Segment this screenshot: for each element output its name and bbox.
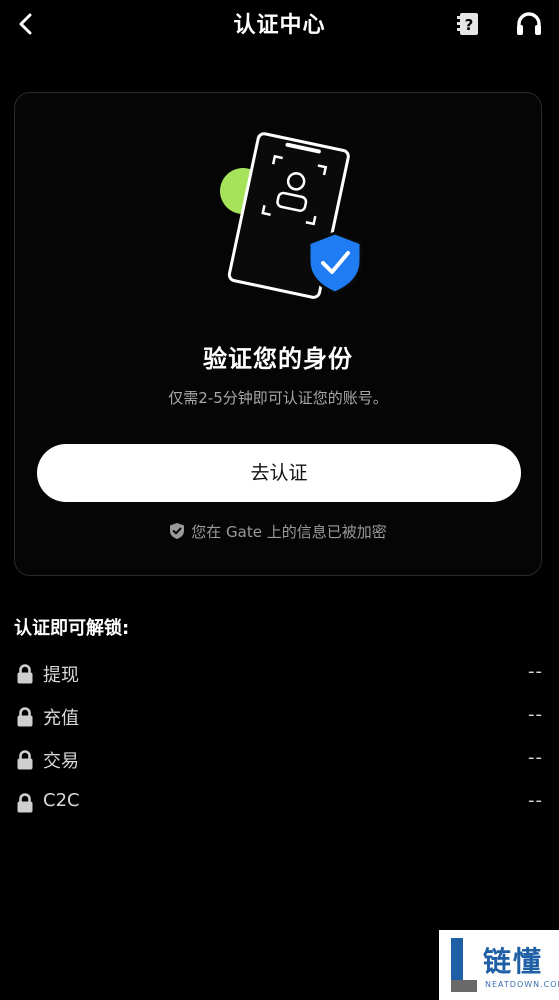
unlock-item-value: -- (528, 661, 543, 682)
unlock-item-c2c: C2C -- (0, 781, 559, 824)
lock-icon (17, 664, 33, 684)
start-verification-button[interactable]: 去认证 (37, 444, 521, 502)
unlock-item-value: -- (528, 747, 543, 768)
unlock-item-withdraw: 提现 -- (0, 652, 559, 695)
svg-text:?: ? (465, 16, 474, 34)
customer-support-button[interactable] (515, 11, 543, 37)
encryption-note-text: 您在 Gate 上的信息已被加密 (191, 523, 387, 541)
watermark-l-icon (451, 938, 477, 992)
card-title: 验证您的身份 (203, 345, 353, 373)
unlock-list: 提现 -- 充值 -- 交易 -- C2C -- (0, 652, 559, 824)
watermark-text: 链懂 (483, 945, 544, 978)
watermark-subtext: NEATDOWN.COM (485, 980, 559, 989)
card-subtitle: 仅需2-5分钟即可认证您的账号。 (168, 389, 388, 407)
lock-icon (17, 793, 33, 813)
headset-icon (517, 12, 541, 35)
question-book-icon: ? (457, 13, 478, 35)
help-button[interactable]: ? (456, 11, 480, 37)
verification-card: 验证您的身份 仅需2-5分钟即可认证您的账号。 去认证 您在 Gate 上的信息… (14, 92, 542, 576)
unlock-item-label: 交易 (43, 751, 79, 772)
lock-icon (17, 750, 33, 770)
unlock-item-trade: 交易 -- (0, 738, 559, 781)
unlock-item-value: -- (528, 790, 543, 811)
encryption-note: 您在 Gate 上的信息已被加密 (15, 521, 541, 542)
lock-icon (17, 707, 33, 727)
unlock-item-label: 充值 (43, 708, 79, 729)
unlock-item-label: 提现 (43, 665, 79, 686)
shield-check-icon (170, 523, 185, 539)
unlock-section-title: 认证即可解锁: (14, 618, 130, 639)
top-bar: 认证中心 ? (0, 0, 559, 48)
unlock-item-value: -- (528, 704, 543, 725)
id-verification-illustration (220, 132, 363, 299)
unlock-item-label: C2C (43, 790, 80, 811)
watermark-logo: 链懂 NEATDOWN.COM (439, 930, 559, 1000)
unlock-item-deposit: 充值 -- (0, 695, 559, 738)
